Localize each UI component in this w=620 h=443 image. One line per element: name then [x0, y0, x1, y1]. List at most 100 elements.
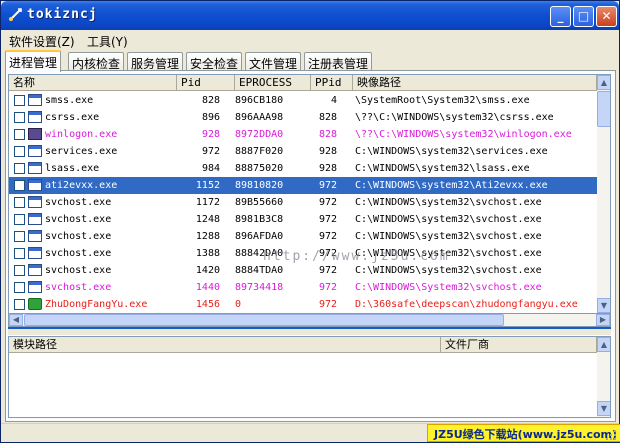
col-eprocess[interactable]: EPROCESS: [235, 75, 311, 91]
table-row[interactable]: svchost.exe 1420 8884TDA0 972 C:\WINDOWS\sys…: [9, 262, 597, 279]
tab-services[interactable]: 服务管理: [127, 52, 184, 71]
window-icon: [28, 162, 42, 174]
tab-kernel[interactable]: 内核检查: [68, 52, 125, 71]
table-row[interactable]: lsass.exe 984 88875020 928 C:\WINDOWS\system…: [9, 160, 597, 177]
process-eprocess: 896AAA98: [235, 112, 284, 123]
tab-process[interactable]: 进程管理: [5, 50, 62, 72]
tab-files[interactable]: 文件管理: [245, 52, 302, 71]
window-icon: [28, 281, 42, 293]
process-ppid: 972: [318, 265, 337, 276]
window-icon: [28, 111, 42, 123]
process-eprocess: 89734418: [235, 282, 284, 293]
process-name: svchost.exe: [45, 282, 112, 293]
row-checkbox[interactable]: [14, 129, 25, 140]
col-file-vendor[interactable]: 文件厂商: [441, 337, 597, 353]
row-checkbox[interactable]: [14, 180, 25, 191]
process-list[interactable]: 名称 Pid EPROCESS PPid 映像路径 smss.exe 828 896…: [8, 74, 611, 314]
row-checkbox[interactable]: [14, 248, 25, 259]
scroll-right-icon[interactable]: ▶: [596, 314, 610, 326]
process-ppid: 828: [318, 129, 337, 140]
table-row[interactable]: csrss.exe 896 896AAA98 828 \??\C:\WINDOWS\sy…: [9, 109, 597, 126]
col-module-path[interactable]: 模块路径: [9, 337, 441, 353]
process-hscrollbar[interactable]: ◀ ▶: [8, 314, 611, 327]
process-ppid: 972: [318, 299, 337, 310]
scroll-left-icon[interactable]: ◀: [9, 314, 23, 326]
maximize-button[interactable]: □: [573, 6, 594, 27]
table-row[interactable]: winlogon.exe 928 8972DDA0 828 \??\C:\WINDOWS…: [9, 126, 597, 143]
process-pid: 828: [201, 95, 220, 106]
process-name: ZhuDongFangYu.exe: [45, 299, 148, 310]
module-vscrollbar[interactable]: ▲ ▼: [597, 337, 610, 417]
process-name: winlogon.exe: [45, 129, 118, 140]
process-name: services.exe: [45, 146, 118, 157]
row-checkbox[interactable]: [14, 197, 25, 208]
process-ppid: 972: [318, 180, 337, 191]
tab-security[interactable]: 安全检查: [186, 52, 243, 71]
process-image-path: C:\WINDOWS\system32\svchost.exe: [355, 214, 542, 225]
menu-tools[interactable]: 工具(Y): [87, 33, 128, 50]
process-eprocess: 8972DDA0: [235, 129, 284, 140]
process-name: svchost.exe: [45, 231, 112, 242]
hscroll-thumb[interactable]: [24, 314, 504, 326]
process-pid: 1152: [195, 180, 220, 191]
col-pid[interactable]: Pid: [177, 75, 235, 91]
scroll-thumb[interactable]: [597, 91, 610, 127]
menu-settings[interactable]: 软件设置(Z): [9, 33, 75, 50]
table-row[interactable]: ZhuDongFangYu.exe 1456 0 972 D:\360safe\deep…: [9, 296, 597, 313]
process-eprocess: 896CB180: [235, 95, 284, 106]
tab-registry[interactable]: 注册表管理: [304, 52, 373, 71]
app-window: tokizncj _ □ ✕ 软件设置(Z) 工具(Y) 进程管理 内核检查 服…: [0, 0, 620, 443]
process-pid: 1456: [195, 299, 220, 310]
table-row[interactable]: services.exe 972 8887F020 928 C:\WINDOWS\sys…: [9, 143, 597, 160]
window-icon: [28, 247, 42, 259]
row-checkbox[interactable]: [14, 265, 25, 276]
table-row[interactable]: svchost.exe 1288 896AFDA0 972 C:\WINDOWS\sys…: [9, 228, 597, 245]
process-name: ati2evxx.exe: [45, 180, 118, 191]
scroll-up-icon[interactable]: ▲: [597, 75, 610, 90]
scroll-up-icon[interactable]: ▲: [597, 337, 610, 352]
table-row[interactable]: svchost.exe 1248 8981B3C8 972 C:\WINDOWS\sys…: [9, 211, 597, 228]
resize-grip-icon[interactable]: [605, 429, 617, 441]
process-ppid: 928: [318, 163, 337, 174]
process-image-path: \??\C:\WINDOWS\system32\csrss.exe: [355, 112, 554, 123]
col-image-path[interactable]: 映像路径: [353, 75, 597, 91]
close-button[interactable]: ✕: [596, 6, 617, 27]
process-name: svchost.exe: [45, 214, 112, 225]
process-eprocess: 89810820: [235, 180, 284, 191]
table-row[interactable]: svchost.exe 1388 88842DA0 972 C:\WINDOWS\sys…: [9, 245, 597, 262]
table-row[interactable]: ati2evxx.exe 1152 89810820 972 C:\WINDOWS\sy…: [9, 177, 597, 194]
row-checkbox[interactable]: [14, 214, 25, 225]
col-ppid[interactable]: PPid: [311, 75, 353, 91]
process-image-path: C:\WINDOWS\system32\lsass.exe: [355, 163, 530, 174]
window-title: tokizncj: [27, 7, 98, 22]
minimize-button[interactable]: _: [550, 6, 571, 27]
col-name[interactable]: 名称: [9, 75, 177, 91]
pane-splitter[interactable]: [8, 327, 611, 335]
window-icon: [28, 94, 42, 106]
scroll-down-icon[interactable]: ▼: [597, 298, 610, 313]
row-checkbox[interactable]: [14, 112, 25, 123]
window-icon: [28, 179, 42, 191]
process-eprocess: 8981B3C8: [235, 214, 284, 225]
table-row[interactable]: svchost.exe 1172 89B55660 972 C:\WINDOWS\sys…: [9, 194, 597, 211]
process-pid: 1440: [195, 282, 220, 293]
table-row[interactable]: smss.exe 828 896CB180 4 \SystemRoot\System32…: [9, 92, 597, 109]
module-list-header: 模块路径 文件厂商: [9, 337, 597, 353]
process-image-path: C:\WINDOWS\system32\Ati2evxx.exe: [355, 180, 548, 191]
window-icon: [28, 145, 42, 157]
row-checkbox[interactable]: [14, 163, 25, 174]
process-pid: 1288: [195, 231, 220, 242]
row-checkbox[interactable]: [14, 146, 25, 157]
process-eprocess: 88842DA0: [235, 248, 284, 259]
module-list[interactable]: 模块路径 文件厂商 ▲ ▼: [8, 336, 611, 418]
scroll-down-icon[interactable]: ▼: [597, 401, 610, 416]
table-row[interactable]: svchost.exe 1440 89734418 972 C:\WINDOWS\Sys…: [9, 279, 597, 296]
row-checkbox[interactable]: [14, 299, 25, 310]
site-badge: JZ5U绿色下载站(www.jz5u.com): [427, 424, 620, 442]
row-checkbox[interactable]: [14, 282, 25, 293]
title-bar[interactable]: tokizncj _ □ ✕: [1, 1, 619, 30]
row-checkbox[interactable]: [14, 95, 25, 106]
process-vscrollbar[interactable]: ▲ ▼: [597, 75, 610, 313]
row-checkbox[interactable]: [14, 231, 25, 242]
process-ppid: 972: [318, 214, 337, 225]
